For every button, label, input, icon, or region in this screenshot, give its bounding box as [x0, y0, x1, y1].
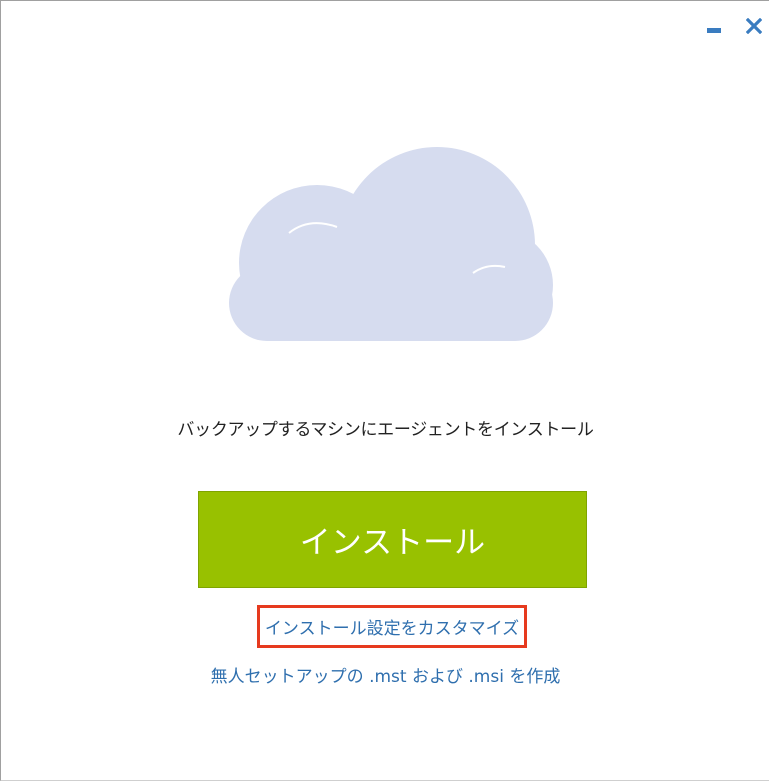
close-icon	[746, 18, 762, 34]
install-button[interactable]: インストール	[198, 491, 587, 588]
close-button[interactable]	[743, 15, 765, 37]
window-controls	[703, 15, 765, 37]
minimize-icon	[707, 27, 721, 33]
installer-window: バックアップするマシンにエージェントをインストール インストール インストール設…	[0, 0, 769, 781]
minimize-button[interactable]	[703, 15, 725, 37]
cloud-icon	[229, 147, 553, 341]
create-mst-msi-link[interactable]: 無人セットアップの .mst および .msi を作成	[1, 662, 769, 687]
customize-install-settings-link[interactable]: インストール設定をカスタマイズ	[257, 605, 527, 648]
subtitle-text: バックアップするマシンにエージェントをインストール	[177, 420, 594, 440]
